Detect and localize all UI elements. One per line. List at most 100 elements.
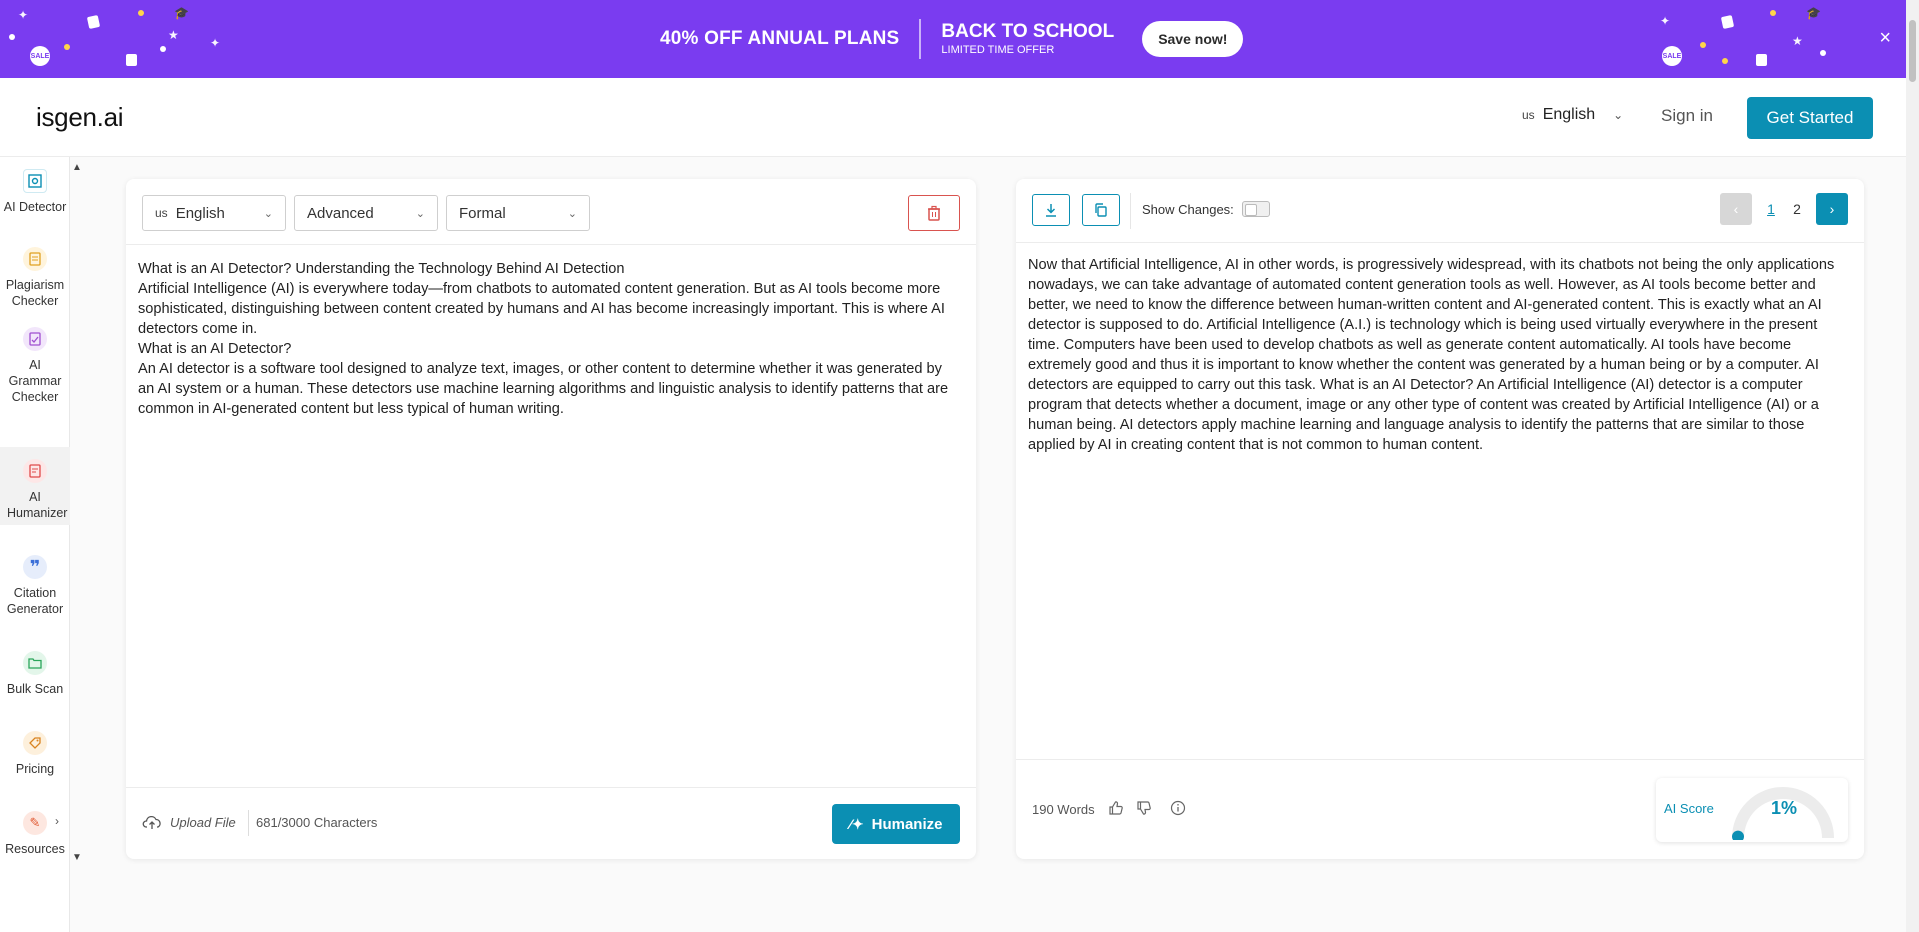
scroll-down-icon[interactable]: ▼ [72, 852, 82, 863]
mode-select[interactable]: Advanced ⌄ [294, 195, 438, 231]
thumbs-up-icon[interactable] [1108, 800, 1124, 820]
next-page-button[interactable]: › [1816, 193, 1848, 225]
select-value: Formal [459, 204, 506, 222]
show-changes-toggle[interactable] [1241, 201, 1270, 217]
character-count: 681/3000 Characters [256, 815, 378, 830]
close-banner-icon[interactable]: × [1879, 28, 1891, 48]
editor-line: What is an AI Detector? Understanding th… [138, 261, 625, 277]
word-count: 190 Words [1032, 802, 1095, 817]
page-scrollbar[interactable] [1906, 0, 1919, 932]
thumbs-down-icon[interactable] [1136, 800, 1152, 820]
chevron-right-icon[interactable]: › [55, 814, 59, 828]
ai-score-card: AI Score 1% [1656, 778, 1848, 842]
copy-button[interactable] [1082, 194, 1120, 226]
sidebar-item-resources[interactable]: ✎ Resources [0, 811, 70, 857]
promo-school-title: BACK TO SCHOOL [941, 21, 1115, 42]
sidebar-item-citation-generator[interactable]: ❞ Citation Generator [0, 555, 70, 617]
gift-icon [126, 54, 137, 66]
detector-icon [23, 169, 47, 193]
upload-file-label: Upload File [170, 814, 236, 830]
promo-divider [919, 19, 922, 59]
input-editor-panel: us English ⌄ Advanced ⌄ Formal ⌄ What is… [126, 179, 976, 859]
get-started-button[interactable]: Get Started [1747, 97, 1873, 139]
download-icon [1046, 204, 1056, 217]
download-button[interactable] [1032, 194, 1070, 226]
sidebar-item-label: Plagiarism Checker [5, 278, 65, 308]
ai-score-label: AI Score [1664, 801, 1714, 816]
sidebar-item-bulk-scan[interactable]: Bulk Scan [0, 651, 70, 697]
us-flag-icon: us [1522, 108, 1535, 122]
graduation-cap-icon: 🎓 [1806, 6, 1821, 20]
magic-wand-icon: ⁄✦ [849, 815, 864, 832]
promo-offer: 40% OFF ANNUAL PLANS [660, 28, 900, 49]
input-text-area[interactable]: What is an AI Detector? Understanding th… [138, 259, 958, 419]
humanize-button[interactable]: ⁄✦ Humanize [832, 804, 960, 844]
gift-icon [86, 14, 101, 30]
editor-line: What is an AI Detector? [138, 341, 292, 357]
sidebar-item-plagiarism-checker[interactable]: Plagiarism Checker [0, 247, 70, 309]
confetti-dot [1820, 50, 1826, 56]
sidebar-item-ai-grammar-checker[interactable]: AI Grammar Checker [0, 327, 70, 405]
info-icon[interactable] [1170, 800, 1186, 820]
sidebar-item-ai-detector[interactable]: AI Detector [0, 169, 70, 215]
scroll-up-icon[interactable]: ▲ [72, 162, 82, 173]
page-number[interactable]: 2 [1784, 201, 1810, 217]
grammar-icon [23, 327, 47, 351]
editor-toolbar: us English ⌄ Advanced ⌄ Formal ⌄ [126, 179, 976, 245]
humanized-output-text[interactable]: Now that Artificial Intelligence, AI in … [1028, 255, 1852, 455]
toolbar-divider [1130, 193, 1131, 229]
star-icon: ✦ [18, 8, 29, 22]
promo-banner: ✦ 🎓 ★ SALE ✦ 40% OFF ANNUAL PLANS BACK T… [0, 0, 1919, 78]
plagiarism-icon [23, 247, 47, 271]
confetti-dot [9, 34, 15, 40]
pagination: ‹ 1 2 › [1720, 193, 1848, 225]
sidebar-item-label: Resources [5, 842, 65, 856]
star-icon: ★ [1792, 34, 1803, 48]
show-changes-label: Show Changes: [1142, 201, 1234, 217]
editor-footer: Upload File 681/3000 Characters ⁄✦ Human… [126, 787, 976, 859]
confetti-dot [64, 44, 70, 50]
sidebar-item-label: Pricing [15, 762, 55, 776]
tag-icon [23, 731, 47, 755]
promo-school-subtitle: LIMITED TIME OFFER [941, 44, 1055, 56]
gift-icon [1720, 14, 1735, 30]
trash-icon [928, 205, 940, 221]
input-language-select[interactable]: us English ⌄ [142, 195, 286, 231]
previous-page-button[interactable]: ‹ [1720, 193, 1752, 225]
star-icon: ✦ [210, 36, 221, 50]
language-label: English [1542, 106, 1596, 123]
confetti-dot [1700, 42, 1706, 48]
scrollbar-thumb[interactable] [1909, 20, 1916, 82]
output-toolbar: Show Changes: ‹ 1 2 › [1016, 179, 1864, 243]
humanizer-icon [23, 459, 47, 483]
editor-line: An AI detector is a software tool design… [138, 361, 949, 417]
footer-divider [248, 810, 249, 836]
confetti-dot [1770, 10, 1776, 16]
select-value: English [175, 204, 225, 222]
upload-file-button[interactable]: Upload File [142, 814, 236, 830]
sign-in-link[interactable]: Sign in [1661, 106, 1713, 126]
chevron-down-icon: ⌄ [415, 207, 425, 220]
clear-text-button[interactable] [908, 195, 960, 231]
star-icon: ✦ [1660, 14, 1671, 28]
select-value: Advanced [307, 204, 374, 222]
save-now-button[interactable]: Save now! [1142, 21, 1244, 57]
language-select[interactable]: us English ⌄ [1522, 106, 1623, 124]
confetti-dot [1722, 58, 1728, 64]
sidebar-item-label: AI Grammar Checker [8, 358, 62, 404]
ai-score-value: 1% [1771, 798, 1798, 818]
folder-icon [23, 651, 47, 675]
sale-badge-icon: SALE [1662, 46, 1682, 66]
sidebar-item-label: Bulk Scan [6, 682, 64, 696]
sidebar-item-pricing[interactable]: Pricing [0, 731, 70, 777]
editor-line: Artificial Intelligence (AI) is everywhe… [138, 281, 945, 337]
site-logo[interactable]: isgen.ai [36, 102, 124, 133]
tone-select[interactable]: Formal ⌄ [446, 195, 590, 231]
chevron-down-icon: ⌄ [567, 207, 577, 220]
promo-school: BACK TO SCHOOL LIMITED TIME OFFER [941, 21, 1114, 57]
confetti-dot [138, 10, 144, 16]
sidebar-item-ai-humanizer[interactable]: AI Humanizer [0, 447, 70, 525]
resources-icon: ✎ [23, 811, 47, 835]
page-number[interactable]: 1 [1758, 201, 1784, 217]
gift-icon [1756, 54, 1767, 66]
